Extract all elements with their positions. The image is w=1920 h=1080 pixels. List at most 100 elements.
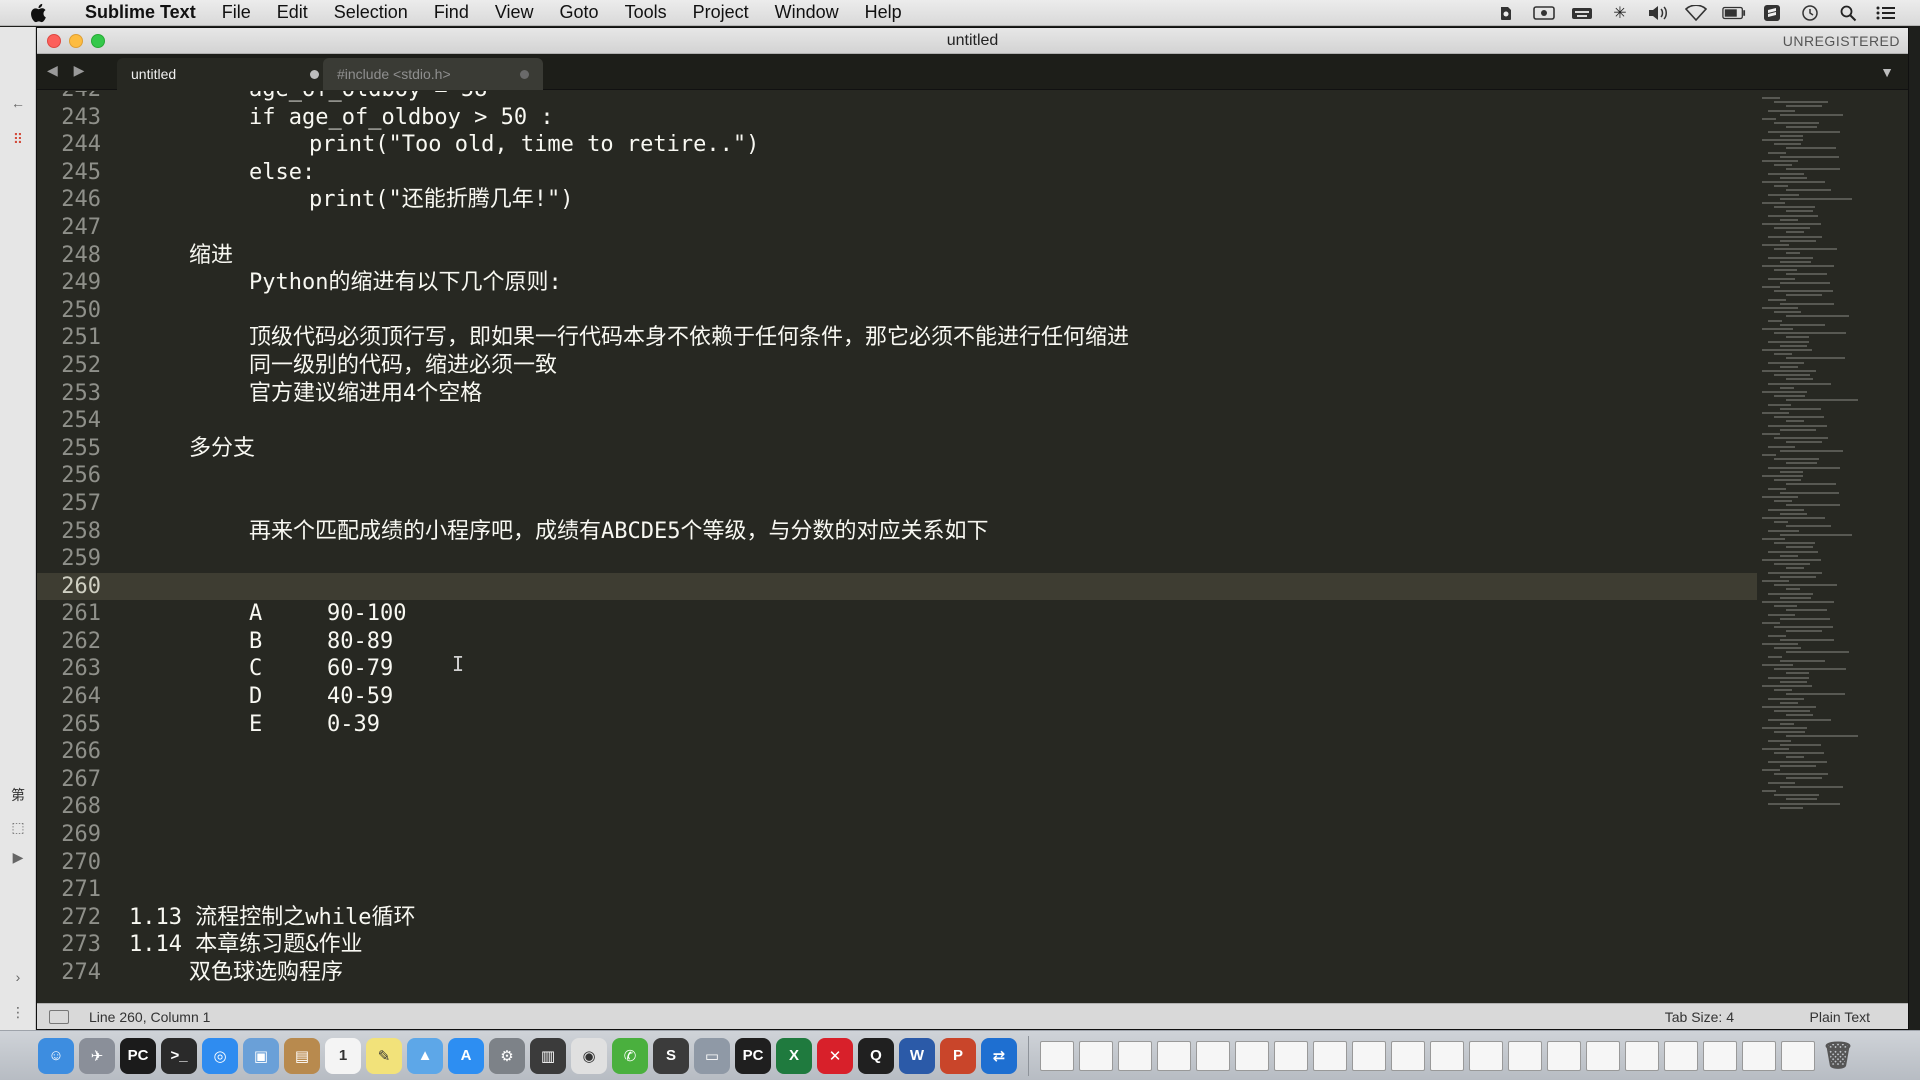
- dock-document-icon[interactable]: [1469, 1040, 1503, 1071]
- code-line[interactable]: 245 else:: [37, 159, 1757, 187]
- code-line[interactable]: 255 多分支: [37, 435, 1757, 463]
- code-line[interactable]: 271: [37, 876, 1757, 904]
- dock-document-icon[interactable]: [1040, 1040, 1074, 1071]
- back-arrow-icon[interactable]: ←: [8, 93, 28, 113]
- keynote-icon[interactable]: ▲: [407, 1037, 443, 1074]
- unsaved-dot-icon[interactable]: [520, 70, 529, 79]
- tab-nav-arrows-icon[interactable]: ◀ ▶: [47, 62, 90, 79]
- launchpad-icon[interactable]: ✈: [79, 1037, 115, 1074]
- dock-document-icon[interactable]: [1235, 1040, 1269, 1071]
- dock-document-icon[interactable]: [1430, 1040, 1464, 1071]
- menu-view[interactable]: View: [482, 2, 547, 23]
- menu-project[interactable]: Project: [680, 2, 762, 23]
- code-line[interactable]: 272 1.13 流程控制之while循环: [37, 904, 1757, 932]
- dock-document-icon[interactable]: [1391, 1040, 1425, 1071]
- code-line[interactable]: 273 1.14 本章练习题&作业: [37, 931, 1757, 959]
- code-line[interactable]: 251 顶级代码必须顶行写，即如果一行代码本身不依赖于任何条件，那它必须不能进行任…: [37, 324, 1757, 352]
- wifi-icon[interactable]: [1684, 3, 1708, 23]
- app-store-icon[interactable]: A: [448, 1037, 484, 1074]
- menu-find[interactable]: Find: [421, 2, 482, 23]
- menu-tools[interactable]: Tools: [612, 2, 680, 23]
- notes-icon[interactable]: ✎: [366, 1037, 402, 1074]
- pycharm-icon[interactable]: PC: [120, 1037, 156, 1074]
- wechat-icon[interactable]: ✆: [612, 1037, 648, 1074]
- dock-document-icon[interactable]: [1274, 1040, 1308, 1071]
- tab-overflow-icon[interactable]: ▼: [1880, 64, 1894, 80]
- dock-document-icon[interactable]: [1313, 1040, 1347, 1071]
- keyboard-icon[interactable]: [1570, 3, 1594, 23]
- dock-document-icon[interactable]: [1118, 1040, 1152, 1071]
- code-line[interactable]: 256: [37, 462, 1757, 490]
- dock-document-icon[interactable]: [1781, 1040, 1815, 1071]
- menu-help[interactable]: Help: [852, 2, 915, 23]
- volume-icon[interactable]: [1646, 3, 1670, 23]
- battery-icon[interactable]: [1722, 3, 1746, 23]
- play-panel-icon[interactable]: ▶: [8, 847, 28, 867]
- chevron-right-icon[interactable]: ›: [8, 967, 28, 987]
- code-line[interactable]: 270: [37, 849, 1757, 877]
- code-line[interactable]: 244 print("Too old, time to retire.."): [37, 131, 1757, 159]
- code-line[interactable]: 274 双色球选购程序: [37, 959, 1757, 987]
- menu-goto[interactable]: Goto: [547, 2, 612, 23]
- minimap[interactable]: [1762, 97, 1882, 817]
- time-machine-icon[interactable]: [1798, 3, 1822, 23]
- calendar-icon[interactable]: 1: [325, 1037, 361, 1074]
- menu-window[interactable]: Window: [762, 2, 852, 23]
- dock-document-icon[interactable]: [1586, 1040, 1620, 1071]
- safari-icon[interactable]: ◎: [202, 1037, 238, 1074]
- code-line[interactable]: 266: [37, 738, 1757, 766]
- sublime-text-icon[interactable]: S: [653, 1037, 689, 1074]
- menu-file[interactable]: File: [209, 2, 264, 23]
- facetime-icon[interactable]: [1532, 3, 1556, 23]
- dock-document-icon[interactable]: [1079, 1040, 1113, 1071]
- scanner-icon[interactable]: ▭: [694, 1037, 730, 1074]
- code-line[interactable]: 247: [37, 214, 1757, 242]
- code-line[interactable]: 267: [37, 766, 1757, 794]
- code-line[interactable]: 248 缩进: [37, 242, 1757, 270]
- dock-document-icon[interactable]: [1742, 1040, 1776, 1071]
- tab-include-stdio[interactable]: #include <stdio.h>: [323, 58, 543, 90]
- excel-icon[interactable]: X: [776, 1037, 812, 1074]
- code-line[interactable]: 257: [37, 490, 1757, 518]
- code-line[interactable]: 265 E 0-39: [37, 711, 1757, 739]
- pycharm-ce-icon[interactable]: PC: [735, 1037, 771, 1074]
- code-lines[interactable]: 242 age_of_oldboy = 58 243 if age_of_oldboy…: [37, 91, 1757, 987]
- code-line[interactable]: 254: [37, 407, 1757, 435]
- code-line[interactable]: 264 D 40-59: [37, 683, 1757, 711]
- dock-document-icon[interactable]: [1508, 1040, 1542, 1071]
- teamviewer-icon[interactable]: ⇄: [981, 1037, 1017, 1074]
- apple-icon[interactable]: [28, 2, 50, 24]
- finder-icon[interactable]: ☺: [38, 1037, 74, 1074]
- system-preferences-icon[interactable]: ⚙: [489, 1037, 525, 1074]
- code-line[interactable]: 242 age_of_oldboy = 58: [37, 91, 1757, 104]
- xmind-icon[interactable]: ✕: [817, 1037, 853, 1074]
- qq-icon[interactable]: Q: [858, 1037, 894, 1074]
- code-line[interactable]: 268: [37, 793, 1757, 821]
- powerpoint-icon[interactable]: P: [940, 1037, 976, 1074]
- code-line[interactable]: 249 Python的缩进有以下几个原则:: [37, 269, 1757, 297]
- tab-size-selector[interactable]: Tab Size: 4: [1665, 1009, 1734, 1025]
- unsaved-dot-icon[interactable]: [310, 70, 319, 79]
- code-line[interactable]: 262 B 80-89: [37, 628, 1757, 656]
- dock-document-icon[interactable]: [1547, 1040, 1581, 1071]
- code-line[interactable]: 269: [37, 821, 1757, 849]
- panel-toggle-icon[interactable]: [49, 1010, 69, 1024]
- editor-area[interactable]: 242 age_of_oldboy = 58 243 if age_of_oldboy…: [37, 91, 1908, 991]
- code-line[interactable]: 253 官方建议缩进用4个空格: [37, 380, 1757, 408]
- sublime-icon[interactable]: [1760, 3, 1784, 23]
- dock-document-icon[interactable]: [1703, 1040, 1737, 1071]
- activity-monitor-icon[interactable]: ▥: [530, 1037, 566, 1074]
- notification-center-icon[interactable]: [1874, 3, 1898, 23]
- word-icon[interactable]: W: [899, 1037, 935, 1074]
- code-line[interactable]: 246 print("还能折腾几年!"): [37, 186, 1757, 214]
- code-line[interactable]: 261 A 90-100: [37, 600, 1757, 628]
- evernote-icon[interactable]: [1494, 3, 1518, 23]
- spotlight-icon[interactable]: [1836, 3, 1860, 23]
- more-vertical-icon[interactable]: ⋮: [8, 1002, 28, 1022]
- bluetooth-icon[interactable]: ✳: [1608, 3, 1632, 23]
- chrome-icon[interactable]: ◉: [571, 1037, 607, 1074]
- dock-document-icon[interactable]: [1664, 1040, 1698, 1071]
- code-line[interactable]: 263 C 60-79: [37, 655, 1757, 683]
- grid-icon[interactable]: ⠿: [8, 129, 28, 149]
- trash-icon[interactable]: 🗑: [1820, 1038, 1856, 1074]
